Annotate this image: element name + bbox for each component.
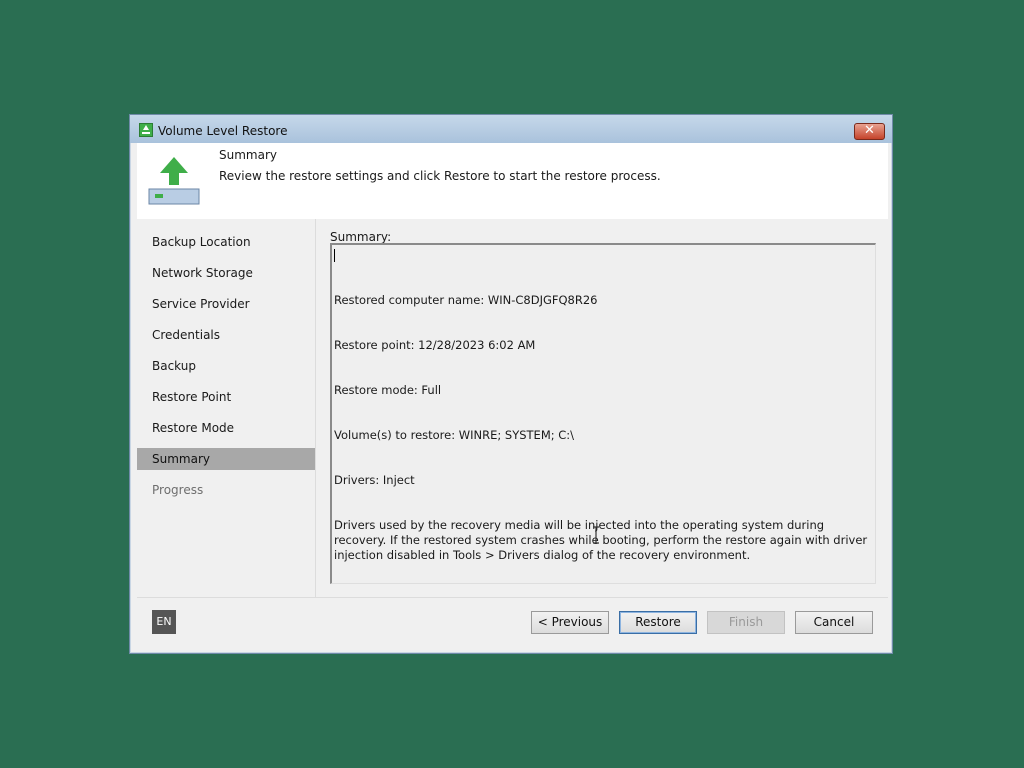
sidebar-item-backup-location[interactable]: Backup Location bbox=[137, 231, 315, 253]
close-button[interactable]: ✕ bbox=[854, 123, 885, 140]
sidebar-item-credentials[interactable]: Credentials bbox=[137, 324, 315, 346]
sidebar-item-network-storage[interactable]: Network Storage bbox=[137, 262, 315, 284]
summary-line-restore-mode: Restore mode: Full bbox=[334, 383, 442, 397]
summary-line-drivers-note: Drivers used by the recovery media will … bbox=[334, 518, 871, 562]
sidebar-item-restore-mode[interactable]: Restore Mode bbox=[137, 417, 315, 439]
page-description: Review the restore settings and click Re… bbox=[219, 169, 661, 183]
restore-button[interactable]: Restore bbox=[619, 611, 697, 634]
summary-label: Summary: bbox=[330, 230, 392, 244]
wizard-steps-sidebar: Backup Location Network Storage Service … bbox=[137, 219, 316, 597]
summary-textbox[interactable]: Restored computer name: WIN-C8DJGFQ8R26 … bbox=[330, 243, 876, 584]
finish-button: Finish bbox=[707, 611, 785, 634]
sidebar-item-progress: Progress bbox=[152, 483, 204, 497]
wizard-header: Summary Review the restore settings and … bbox=[137, 143, 888, 219]
summary-line-computer-name: Restored computer name: WIN-C8DJGFQ8R26 bbox=[334, 293, 598, 307]
volume-level-restore-window: Volume Level Restore ✕ Summary Review th… bbox=[129, 114, 893, 654]
footer-divider bbox=[137, 597, 888, 598]
summary-line-restore-point: Restore point: 12/28/2023 6:02 AM bbox=[334, 338, 536, 352]
text-caret bbox=[334, 249, 335, 262]
cancel-button[interactable]: Cancel bbox=[795, 611, 873, 634]
sidebar-item-summary[interactable]: Summary bbox=[137, 448, 315, 470]
summary-line-drivers: Drivers: Inject bbox=[334, 473, 415, 487]
title-bar[interactable]: Volume Level Restore ✕ bbox=[130, 115, 892, 143]
summary-line-volumes: Volume(s) to restore: WINRE; SYSTEM; C:\ bbox=[334, 428, 575, 442]
language-indicator[interactable]: EN bbox=[152, 610, 176, 634]
page-title: Summary bbox=[219, 148, 277, 162]
sidebar-item-backup[interactable]: Backup bbox=[137, 355, 315, 377]
previous-button[interactable]: < Previous bbox=[531, 611, 609, 634]
sidebar-item-restore-point[interactable]: Restore Point bbox=[137, 386, 315, 408]
restore-upload-icon bbox=[148, 157, 200, 205]
ibeam-cursor-icon bbox=[593, 526, 599, 544]
app-restore-icon bbox=[139, 123, 153, 137]
sidebar-item-service-provider[interactable]: Service Provider bbox=[137, 293, 315, 315]
window-title: Volume Level Restore bbox=[158, 124, 288, 138]
